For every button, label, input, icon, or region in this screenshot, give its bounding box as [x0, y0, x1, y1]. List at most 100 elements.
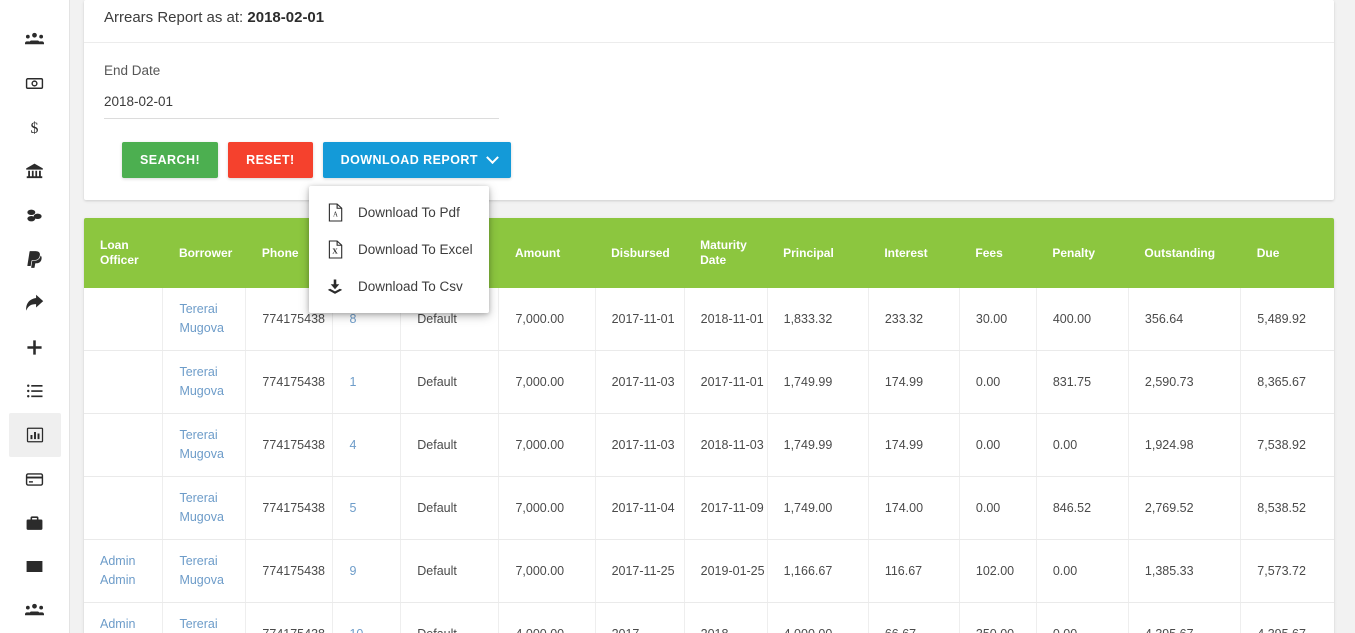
link-borrower[interactable]: Tererai Mugova — [179, 365, 223, 398]
col-principal[interactable]: Principal — [767, 218, 869, 288]
col-interest[interactable]: Interest — [868, 218, 960, 288]
link-loan-officer[interactable]: Admin Admin — [100, 554, 135, 587]
link-loan-no[interactable]: 5 — [349, 501, 356, 515]
cell-maturity: 2018-11-03 — [684, 413, 768, 477]
dollar-sign-icon: $ — [25, 118, 44, 137]
col-loan-officer[interactable]: Loan Officer — [84, 218, 163, 288]
cell-amount: 7,000.00 — [498, 476, 596, 540]
cell-outstanding: 4,395.67 — [1128, 602, 1242, 633]
download-to-excel-item[interactable]: X Download To Excel — [309, 231, 489, 268]
cell-product: Default — [400, 350, 500, 414]
cell-loan-no[interactable]: 1 — [332, 350, 402, 414]
cell-principal: 1,833.32 — [767, 288, 869, 351]
cell-borrower[interactable]: Tererai Mugova — [162, 350, 247, 414]
cell-due: 8,365.67 — [1240, 350, 1334, 414]
cell-borrower[interactable]: Tererai Mugova — [162, 413, 247, 477]
cell-disbursed: 2017-11-25 — [595, 539, 685, 603]
cell-loan-officer — [84, 350, 164, 414]
sidebar-item-bank[interactable] — [9, 149, 61, 193]
col-due[interactable]: Due — [1240, 218, 1334, 288]
download-report-button[interactable]: DOWNLOAD REPORT — [322, 142, 511, 178]
cell-borrower[interactable]: Tererai Mugova — [162, 288, 247, 351]
sidebar-item-reports[interactable] — [8, 413, 61, 458]
link-borrower[interactable]: Tererai Mugova — [179, 491, 223, 524]
svg-text:A: A — [333, 212, 338, 219]
cell-loan-officer[interactable]: Admin Admin — [84, 602, 164, 633]
end-date-input[interactable] — [104, 94, 499, 119]
cell-loan-officer — [84, 288, 164, 351]
coins-icon — [25, 206, 44, 225]
cell-borrower[interactable]: Tererai Mugova — [162, 476, 247, 540]
cell-outstanding: 2,769.52 — [1128, 476, 1242, 540]
page-title: Arrears Report as at: 2018-02-01 — [84, 0, 1334, 43]
table-row: Admin Admin Tererai Mugova 774175438 9 Defau… — [84, 539, 1334, 603]
col-outstanding[interactable]: Outstanding — [1128, 218, 1241, 288]
sidebar-item-savings[interactable] — [9, 193, 61, 237]
cell-borrower[interactable]: Tererai Mugova — [162, 539, 247, 603]
cell-loan-no[interactable]: 5 — [332, 476, 402, 540]
download-to-pdf-item[interactable]: A Download To Pdf — [309, 194, 489, 231]
sidebar-item-list[interactable] — [9, 369, 61, 413]
link-loan-no[interactable]: 9 — [349, 564, 356, 578]
cell-loan-no[interactable]: 9 — [332, 539, 402, 603]
cell-phone: 774175438 — [245, 602, 334, 633]
col-amount[interactable]: Amount — [498, 218, 596, 288]
sidebar-item-portfolio[interactable] — [9, 501, 61, 545]
link-borrower[interactable]: Tererai Mugova — [179, 554, 223, 587]
link-loan-no[interactable]: 1 — [349, 375, 356, 389]
filter-form: End Date SEARCH! RESET! DOWNLOAD REPORT — [84, 43, 1334, 313]
cell-fees: 0.00 — [959, 476, 1037, 540]
filter-card: Arrears Report as at: 2018-02-01 End Dat… — [84, 0, 1334, 313]
cell-borrower[interactable]: Tererai Mugova — [162, 602, 247, 633]
col-penalty[interactable]: Penalty — [1036, 218, 1129, 288]
link-loan-no[interactable]: 8 — [349, 312, 356, 326]
cell-disbursed: 2017-11-04 — [595, 476, 685, 540]
cell-loan-officer[interactable]: Admin Admin — [84, 539, 164, 603]
link-loan-no[interactable]: 4 — [349, 438, 356, 452]
cell-outstanding: 2,590.73 — [1128, 350, 1242, 414]
cell-principal: 1,749.00 — [767, 476, 869, 540]
cell-outstanding: 1,385.33 — [1128, 539, 1242, 603]
sidebar-item-repayments[interactable]: $ — [9, 105, 61, 149]
cell-loan-no[interactable]: 10 — [332, 602, 402, 633]
sidebar-item-payments[interactable] — [9, 237, 61, 281]
download-report-label: DOWNLOAD REPORT — [340, 153, 478, 167]
sidebar-item-clients[interactable] — [9, 18, 61, 62]
table-row: Tererai Mugova 774175438 8 Default 7,000.00 2… — [84, 288, 1334, 351]
cell-due: 5,489.92 — [1240, 288, 1334, 351]
list-icon — [26, 382, 44, 400]
search-button[interactable]: SEARCH! — [122, 142, 219, 178]
col-maturity-date[interactable]: Maturity Date — [684, 218, 768, 288]
cell-fees: 0.00 — [959, 413, 1037, 477]
page-title-date: 2018-02-01 — [247, 9, 325, 26]
bank-icon — [25, 162, 44, 181]
link-loan-no[interactable]: 10 — [349, 627, 363, 633]
link-loan-officer[interactable]: Admin Admin — [100, 617, 135, 633]
cell-loan-no[interactable]: 4 — [332, 413, 402, 477]
col-disbursed[interactable]: Disbursed — [595, 218, 685, 288]
main-content: Arrears Report as at: 2018-02-01 End Dat… — [70, 0, 1355, 633]
cell-due: 7,573.72 — [1240, 539, 1334, 603]
sidebar-item-transfers[interactable] — [9, 281, 61, 325]
cell-loan-officer — [84, 413, 164, 477]
sidebar-item-messages[interactable] — [9, 545, 61, 589]
sidebar-item-cards[interactable] — [9, 457, 61, 501]
sidebar-item-loans[interactable] — [9, 62, 61, 106]
link-borrower[interactable]: Tererai Mugova — [179, 302, 223, 335]
cell-maturity: 2017-11-09 — [684, 476, 768, 540]
link-borrower[interactable]: Tererai Mugova — [179, 617, 223, 633]
table-header-row: Loan Officer Borrower Phone Product Amou… — [84, 218, 1334, 288]
briefcase-icon — [25, 514, 44, 533]
col-fees[interactable]: Fees — [959, 218, 1037, 288]
cell-penalty: 0.00 — [1036, 602, 1129, 633]
download-to-csv-item[interactable]: Download To Csv — [309, 268, 489, 305]
link-borrower[interactable]: Tererai Mugova — [179, 428, 223, 461]
chevron-down-icon — [486, 150, 499, 164]
reset-button[interactable]: RESET! — [228, 142, 313, 178]
cell-principal: 4,000.00 — [767, 602, 869, 633]
left-sidebar: $ — [0, 0, 70, 633]
sidebar-item-staff[interactable] — [9, 589, 61, 633]
sidebar-item-add[interactable] — [9, 325, 61, 369]
share-arrow-icon — [25, 294, 44, 313]
col-borrower[interactable]: Borrower — [162, 218, 246, 288]
